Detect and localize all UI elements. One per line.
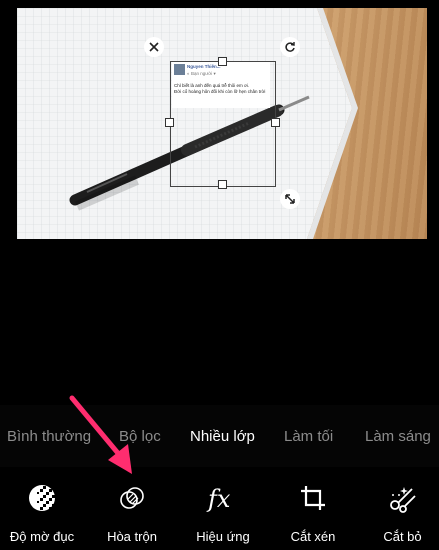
post-author: Nguyen Thiên... [187,64,221,69]
fx-icon: fx [206,481,240,515]
effects-label: Hiệu ứng [196,529,250,544]
tab-lam-toi[interactable]: Làm tối [284,428,333,445]
close-icon[interactable] [144,37,164,57]
opacity-label: Độ mờ đục [9,529,75,544]
resize-handle-right[interactable] [271,118,280,127]
crop-icon [296,481,330,515]
scale-icon[interactable] [280,189,300,209]
crop-button[interactable]: Cắt xén [276,467,350,550]
opacity-icon [25,481,59,515]
crop-label: Cắt xén [290,529,336,544]
cutout-label: Cắt bỏ [383,529,422,544]
tab-nhieu-lop[interactable]: Nhiều lớp [190,428,255,445]
effects-button[interactable]: fx Hiệu ứng [186,467,260,550]
avatar [174,64,185,75]
post-audience: ◐ Bạn người ▾ [187,71,216,76]
rotate-icon[interactable] [280,37,300,57]
blend-label: Hòa trộn [107,529,157,544]
cutout-button[interactable]: Cắt bỏ [366,467,439,550]
resize-handle-left[interactable] [165,118,174,127]
blend-icon [115,481,149,515]
cutout-icon [386,481,420,515]
resize-handle-bottom[interactable] [218,180,227,189]
tab-lam-sang[interactable]: Làm sáng [365,428,431,445]
overlay-facebook-post[interactable]: Nguyen Thiên... ◐ Bạn người ▾ Chỉ biết l… [172,62,270,108]
svg-text:fx: fx [206,485,231,513]
pointer-arrow-annotation [69,395,132,474]
post-text-line-2: Đời cổ hoàng hôn đối khi còn lỡ hẹn chân… [174,89,266,94]
resize-handle-top[interactable] [218,57,227,66]
editor-canvas[interactable]: Nguyen Thiên... ◐ Bạn người ▾ Chỉ biết l… [0,0,439,405]
post-text-line-1: Chỉ biết là anh đến quá trễ thôi em ơi. [174,83,250,88]
